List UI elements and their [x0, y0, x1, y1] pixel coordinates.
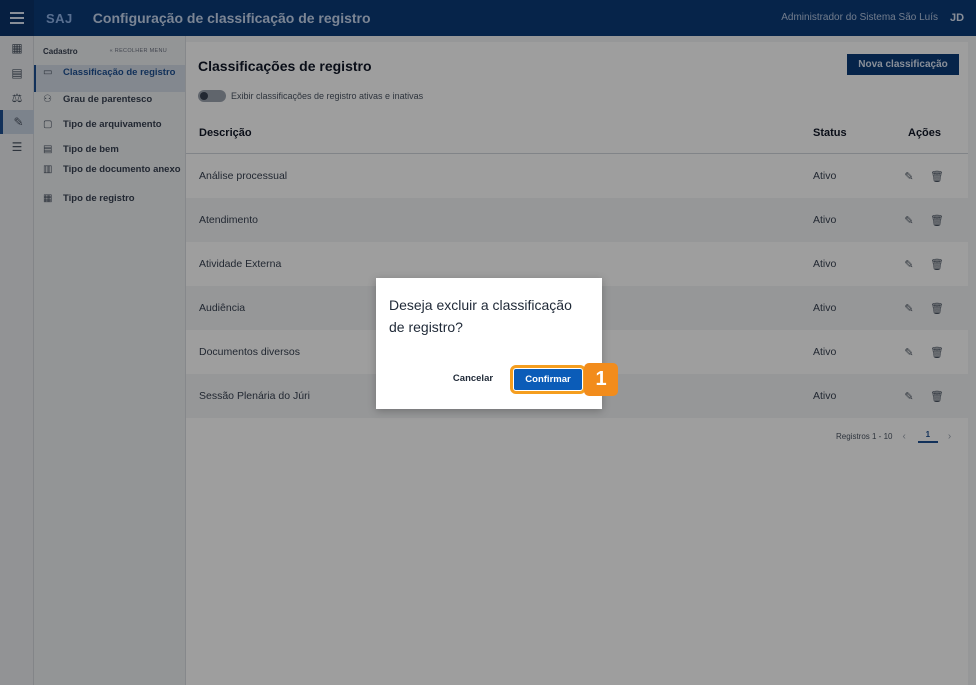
dialog-message: Deseja excluir a classificação de regist… [389, 297, 572, 335]
confirm-delete-dialog: Deseja excluir a classificação de regist… [376, 278, 602, 409]
step-annotation-badge: 1 [584, 363, 618, 396]
confirm-button[interactable]: Confirmar [510, 365, 586, 394]
cancel-button[interactable]: Cancelar [442, 369, 504, 389]
